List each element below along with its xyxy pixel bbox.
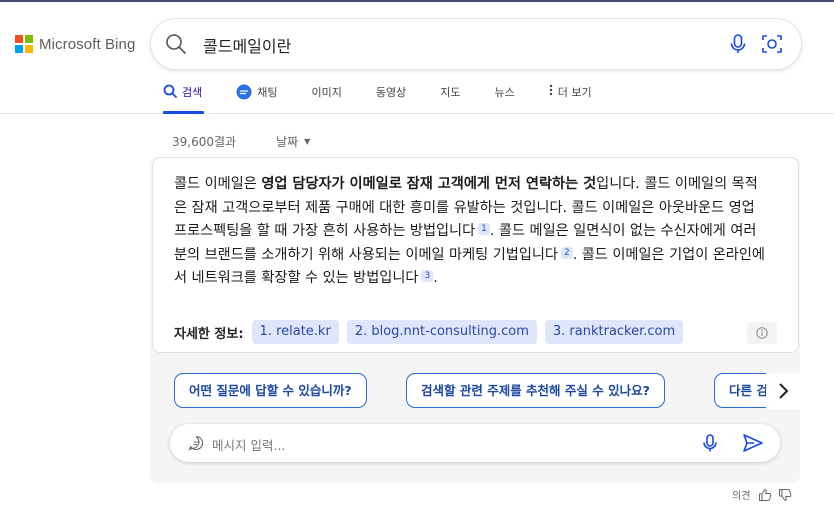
tab-label: 검색	[182, 86, 203, 99]
search-box[interactable]: 콜드메일이란	[151, 19, 801, 69]
tab-maps[interactable]: 지도	[440, 82, 460, 114]
tab-chat[interactable]: 채팅	[236, 82, 278, 114]
tab-label: 동영상	[375, 86, 407, 99]
chat-bubble-icon	[236, 84, 252, 100]
message-input[interactable]: 메시지 입력...	[212, 435, 285, 454]
message-input-box[interactable]: 메시지 입력...	[170, 424, 780, 462]
visual-search-icon[interactable]	[761, 33, 783, 55]
header: Microsoft Bing 콜드메일이란 검색 채팅 이미지 동영상 지도 뉴…	[0, 2, 834, 114]
microsoft-logo-icon	[15, 35, 33, 53]
source-link-2[interactable]: 2. blog.nnt-consulting.com	[346, 320, 537, 344]
tab-label: 이미지	[311, 86, 342, 99]
info-button[interactable]	[747, 322, 777, 344]
date-filter-label: 날짜	[276, 135, 299, 149]
suggestion-row: 어떤 질문에 답할 수 있습니까? 검색할 관련 주제를 추천해 주실 수 있나…	[174, 373, 800, 409]
citation-1[interactable]: 1	[478, 223, 490, 235]
copilot-panel: 콜드 이메일은 영업 담당자가 이메일로 잠재 고객에게 먼저 연락하는 것입니…	[150, 157, 800, 483]
bing-logo[interactable]: Microsoft Bing	[15, 35, 135, 53]
tab-label: 뉴스	[494, 86, 515, 99]
search-input[interactable]: 콜드메일이란	[203, 33, 291, 57]
answer-highlight: 영업 담당자가 이메일로 잠재 고객에게 먼저 연락하는 것	[261, 176, 597, 192]
microphone-icon[interactable]	[700, 433, 720, 453]
citation-3[interactable]: 3	[421, 270, 434, 282]
suggestions-next-button[interactable]	[766, 373, 800, 409]
feedback-label: 의견	[732, 491, 751, 502]
more-info-label: 자세한 정보:	[174, 326, 244, 342]
thumbs-down-icon[interactable]	[778, 488, 792, 502]
citation-2[interactable]: 2	[561, 246, 573, 259]
tab-news[interactable]: 뉴스	[495, 82, 515, 114]
search-icon	[163, 84, 177, 98]
chat-icon	[188, 435, 204, 451]
tab-label: 지도	[440, 86, 461, 99]
logo-text: Microsoft Bing	[39, 35, 136, 53]
results-meta: 39,600결과 날짜 ▼	[172, 133, 310, 150]
more-info: 자세한 정보: 1. relate.kr 2. blog.nnt-consult…	[174, 320, 691, 344]
microphone-icon[interactable]	[727, 33, 749, 55]
more-vertical-icon	[549, 84, 553, 96]
info-icon	[756, 327, 768, 339]
source-link-3[interactable]: 3. ranktracker.com	[544, 320, 684, 344]
suggestion-chip-1[interactable]: 어떤 질문에 답할 수 있습니까?	[174, 373, 367, 408]
feedback-bar: 의견	[732, 487, 798, 502]
tab-more[interactable]: 더 보기	[549, 82, 592, 114]
nav-tabs: 검색 채팅 이미지 동영상 지도 뉴스 더 보기	[163, 82, 626, 114]
source-link-1[interactable]: 1. relate.kr	[251, 320, 339, 344]
date-filter[interactable]: 날짜 ▼	[276, 133, 310, 150]
tab-label: 채팅	[257, 86, 278, 99]
results-count: 39,600결과	[172, 135, 237, 149]
suggestion-chip-2[interactable]: 검색할 관련 주제를 추천해 주실 수 있나요?	[406, 373, 665, 408]
tab-images[interactable]: 이미지	[312, 82, 342, 114]
tab-label: 더 보기	[557, 86, 592, 99]
answer-card: 콜드 이메일은 영업 담당자가 이메일로 잠재 고객에게 먼저 연락하는 것입니…	[152, 157, 799, 353]
thumbs-up-icon[interactable]	[758, 488, 772, 502]
tab-videos[interactable]: 동영상	[376, 82, 406, 114]
chevron-right-icon	[779, 383, 789, 399]
search-icon[interactable]	[165, 33, 187, 55]
answer-segment: 콜드 이메일은	[174, 176, 262, 192]
send-icon[interactable]	[742, 433, 764, 453]
tab-search[interactable]: 검색	[163, 82, 205, 114]
caret-down-icon: ▼	[304, 137, 311, 146]
answer-segment: .	[433, 270, 438, 286]
answer-text: 콜드 이메일은 영업 담당자가 이메일로 잠재 고객에게 먼저 연락하는 것입니…	[174, 173, 768, 291]
